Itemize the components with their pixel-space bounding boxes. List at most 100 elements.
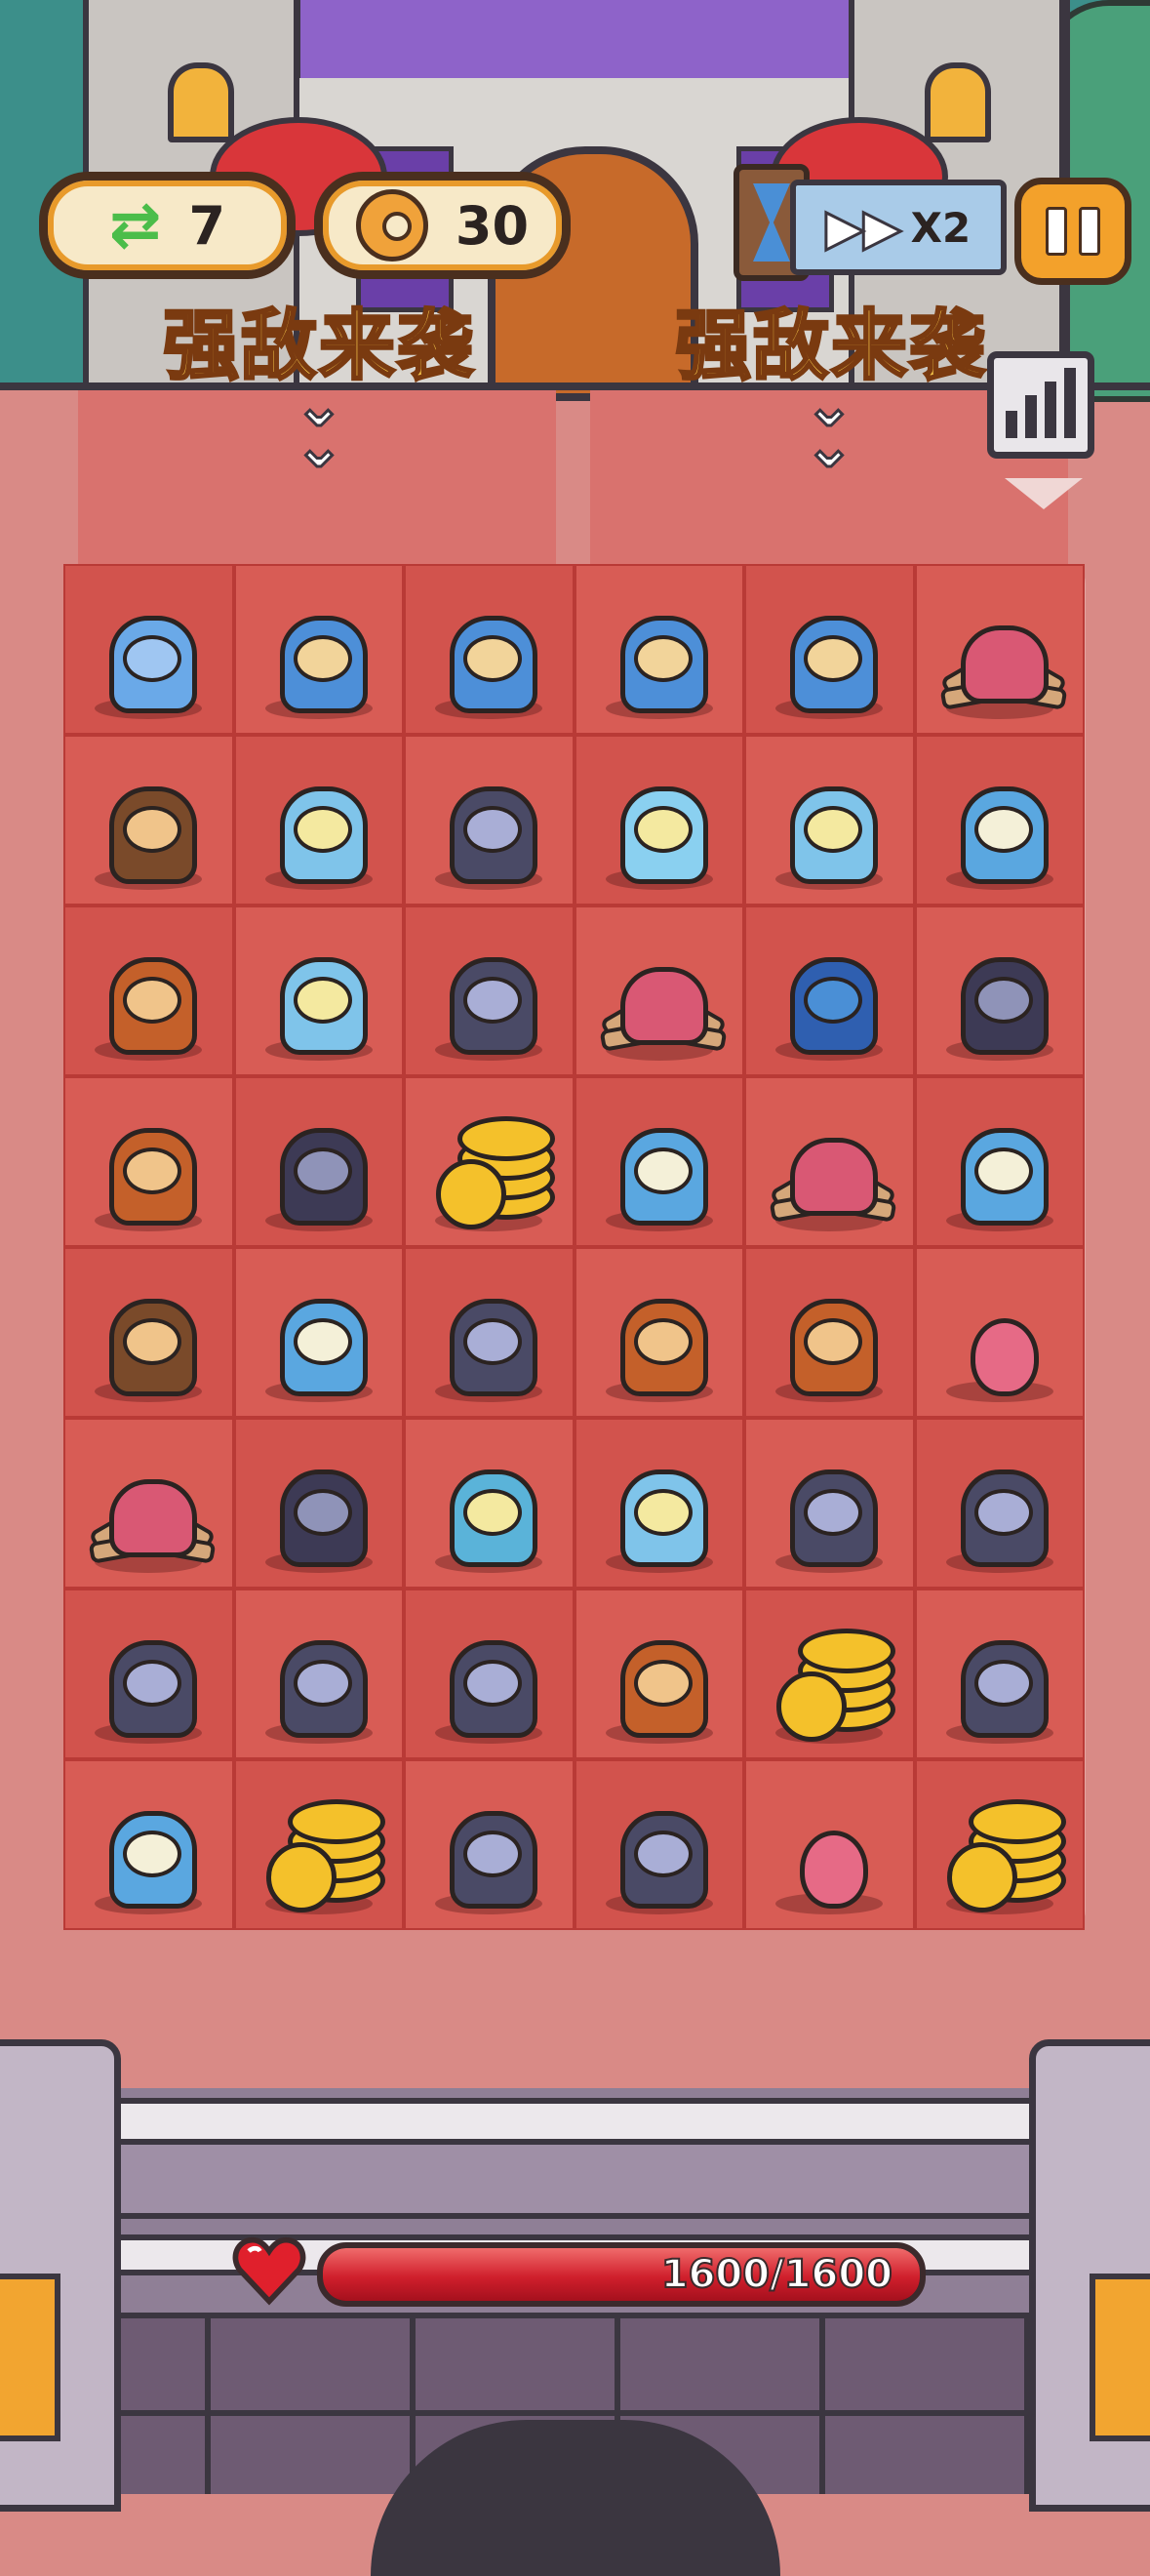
stats-chart-button[interactable] — [987, 351, 1094, 459]
grid-cell[interactable] — [914, 1759, 1085, 1930]
fast-forward-icon: ▶▶ — [824, 198, 902, 258]
grid-cell[interactable] — [744, 1076, 915, 1247]
stats-bar — [1025, 395, 1037, 438]
grid-cell[interactable] — [574, 1418, 744, 1589]
grid-cell[interactable] — [404, 1759, 575, 1930]
flag-right — [1090, 2274, 1150, 2441]
grid-cell[interactable] — [574, 1247, 744, 1418]
grid-cell[interactable] — [63, 735, 234, 906]
vampire-icon — [771, 1440, 888, 1567]
grid-cell[interactable] — [233, 1076, 404, 1247]
grid-cell[interactable] — [914, 1418, 1085, 1589]
grid-cell[interactable] — [63, 906, 234, 1076]
vampire-icon — [430, 1611, 547, 1738]
grid-cell[interactable] — [914, 1076, 1085, 1247]
grid-cell[interactable] — [914, 906, 1085, 1076]
grid-cell[interactable] — [404, 1589, 575, 1759]
ice-knight-icon — [430, 586, 547, 713]
grid-cell[interactable] — [744, 1247, 915, 1418]
heart-icon — [232, 2236, 306, 2306]
grid-cell[interactable] — [574, 1759, 744, 1930]
grid-cell[interactable] — [744, 1418, 915, 1589]
spider-icon — [769, 1099, 897, 1226]
chevron-down-icon: ⌄ ⌄ — [803, 372, 854, 481]
vampire-icon — [260, 1611, 377, 1738]
grid-cell[interactable] — [574, 735, 744, 906]
flag-left — [0, 2274, 60, 2441]
grid-cell[interactable] — [404, 1076, 575, 1247]
grid-cell[interactable] — [914, 1589, 1085, 1759]
antler-warrior-icon — [90, 928, 207, 1055]
stats-chart-icon — [1006, 411, 1017, 438]
grid-cell[interactable] — [233, 1247, 404, 1418]
grid-cell[interactable] — [233, 735, 404, 906]
castle-window — [925, 62, 991, 142]
hooded-mage-icon — [601, 1099, 718, 1226]
wall-section — [107, 2139, 1055, 2219]
antler-warrior-icon — [90, 1099, 207, 1226]
coins-icon — [771, 1611, 896, 1742]
grid-cell[interactable] — [914, 564, 1085, 735]
speed-toggle-button[interactable]: ▶▶ X2 — [790, 180, 1007, 275]
swap-counter: ⇄ 7 — [39, 172, 296, 279]
grid-cell[interactable] — [63, 1418, 234, 1589]
grid-cell[interactable] — [574, 1076, 744, 1247]
ice-mage-icon — [260, 757, 377, 884]
grid-cell[interactable] — [233, 906, 404, 1076]
castle-window — [168, 62, 234, 142]
frost-dragon-icon — [90, 586, 207, 713]
pause-icon — [1046, 207, 1067, 256]
hooded-mage-icon — [90, 1782, 207, 1909]
grid-cell[interactable] — [404, 1247, 575, 1418]
imp-icon — [90, 757, 207, 884]
grid-cell[interactable] — [233, 1589, 404, 1759]
stats-bar — [1064, 368, 1076, 438]
castle-roof — [293, 0, 874, 78]
grid-cell[interactable] — [63, 564, 234, 735]
energy-counter: 30 — [314, 172, 571, 279]
chevron-down-icon: ⌄ ⌄ — [293, 372, 344, 481]
grid-cell[interactable] — [233, 564, 404, 735]
grid-cell[interactable] — [404, 1418, 575, 1589]
grid-cell[interactable] — [744, 735, 915, 906]
grid-cell[interactable] — [914, 735, 1085, 906]
ice-mage-icon — [601, 1440, 718, 1567]
imp-icon — [90, 1269, 207, 1396]
grid-cell[interactable] — [63, 1589, 234, 1759]
grid-cell[interactable] — [574, 1589, 744, 1759]
hooded-mage-icon — [941, 1099, 1058, 1226]
ice-queen-icon — [430, 1440, 547, 1567]
vampire-horned-icon — [430, 1269, 547, 1396]
grid-cell[interactable] — [574, 564, 744, 735]
coins-icon — [260, 1782, 385, 1912]
grid-cell[interactable] — [744, 906, 915, 1076]
grid-cell[interactable] — [404, 906, 575, 1076]
grid-cell[interactable] — [233, 1759, 404, 1930]
energy-count: 30 — [455, 194, 530, 257]
grid-cell[interactable] — [404, 735, 575, 906]
grid-cell[interactable] — [744, 1759, 915, 1930]
grid-cell[interactable] — [744, 1589, 915, 1759]
horned-imp-icon — [601, 1611, 718, 1738]
stats-bar — [1045, 382, 1056, 438]
spider-icon — [939, 586, 1068, 713]
coins-icon — [430, 1099, 556, 1229]
vampire-horned-icon — [430, 757, 547, 884]
grid-cell[interactable] — [574, 906, 744, 1076]
ice-mage-icon — [260, 928, 377, 1055]
grid-cell[interactable] — [404, 564, 575, 735]
pause-button[interactable] — [1014, 178, 1131, 285]
grid-cell[interactable] — [233, 1418, 404, 1589]
grid-cell[interactable] — [63, 1076, 234, 1247]
grid-cell[interactable] — [63, 1247, 234, 1418]
vampire-icon — [430, 1782, 547, 1909]
grid-cell[interactable] — [744, 564, 915, 735]
spike-slime-icon — [771, 1782, 888, 1909]
spider-small-icon — [88, 1440, 217, 1567]
grid-cell[interactable] — [914, 1247, 1085, 1418]
hp-label: 1600/1600 — [660, 2251, 893, 2298]
stats-dropdown-arrow[interactable] — [1005, 478, 1083, 509]
crystal-knight-icon — [601, 757, 718, 884]
swap-arrows-icon: ⇄ — [108, 189, 162, 262]
grid-cell[interactable] — [63, 1759, 234, 1930]
